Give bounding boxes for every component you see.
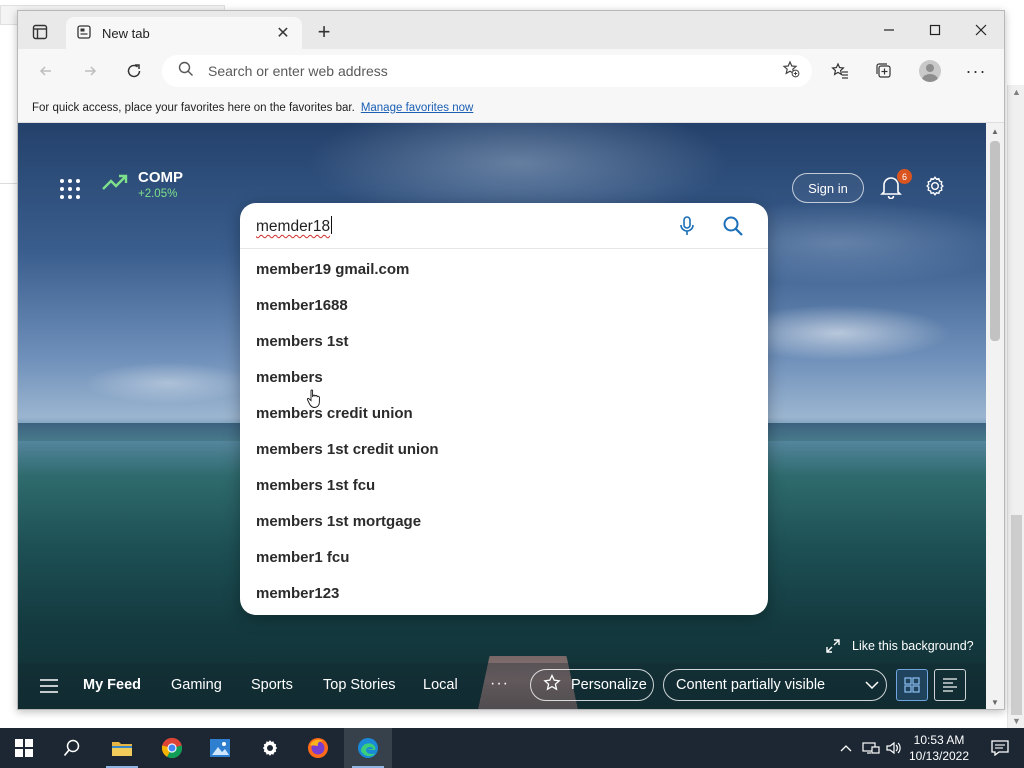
address-bar[interactable]: Search or enter web address [162,55,812,87]
apps-launcher-icon[interactable] [60,179,80,199]
tab-gaming[interactable]: Gaming [171,677,222,693]
show-hidden-icons-chevron-icon[interactable] [836,728,856,768]
file-explorer-icon[interactable] [98,728,146,768]
more-tabs-button[interactable]: ··· [490,675,509,693]
tab-title: New tab [102,25,150,41]
page-scrollbar[interactable]: ▲ ▼ [986,123,1004,709]
search-suggestions: member19 gmail.com member1688 members 1s… [240,251,768,611]
minimize-icon[interactable] [866,11,912,49]
favorites-bar-message: For quick access, place your favorites h… [32,101,355,114]
scroll-down-arrow-icon[interactable]: ▼ [1012,716,1021,726]
sign-in-button[interactable]: Sign in [792,173,864,203]
search-input[interactable]: memder18 [256,216,333,236]
favorites-bar: For quick access, place your favorites h… [18,93,1004,123]
navigation-bar: Search or enter web address ··· [18,49,1004,93]
scroll-up-arrow-icon[interactable]: ▲ [991,127,999,136]
expand-icon [826,639,840,653]
suggestion-item[interactable]: members 1st mortgage [240,503,768,539]
personalize-label: Personalize [571,677,647,693]
manage-favorites-link[interactable]: Manage favorites now [361,102,474,114]
more-options-icon[interactable]: ··· [964,59,988,83]
suggestion-item[interactable]: member123 [240,575,768,611]
new-tab-button[interactable]: + [312,21,336,45]
search-icon [178,61,194,82]
settings-gear-icon[interactable] [924,175,948,199]
scroll-up-arrow-icon[interactable]: ▲ [1012,87,1021,97]
edge-icon[interactable] [344,728,392,768]
start-icon[interactable] [0,728,48,768]
back-arrow-icon[interactable] [34,59,58,83]
stock-ticker[interactable]: COMP +2.05% [102,169,183,200]
tab-local[interactable]: Local [423,677,458,693]
search-input-value: memder18 [256,218,331,235]
clock-date: 10/13/2022 [908,749,970,763]
feed-navigation-bar: My Feed Gaming Sports Top Stories Local … [18,663,988,709]
close-tab-icon[interactable]: ✕ [274,23,292,43]
background-window-scrollbar[interactable]: ▲ ▼ [1007,85,1024,728]
window-controls [866,11,1004,49]
hand-pointer-cursor-icon [306,389,320,408]
volume-icon[interactable] [884,728,904,768]
title-bar: New tab ✕ + [18,11,1004,49]
network-icon[interactable] [860,728,882,768]
ticker-change: +2.05% [138,188,178,200]
personalize-star-icon [543,673,561,696]
new-tab-page-icon [76,24,92,43]
maximize-icon[interactable] [912,11,958,49]
windows-taskbar: 10:53 AM 10/13/2022 [0,728,1024,768]
collections-icon[interactable] [872,59,896,83]
content-visibility-value: Content partially visible [676,677,826,693]
search-box: memder18 member19 gmail.com member1688 m… [240,203,768,615]
tab-new-tab[interactable]: New tab ✕ [66,17,302,49]
firefox-icon[interactable] [294,728,342,768]
system-clock[interactable]: 10:53 AM 10/13/2022 [904,732,974,764]
chrome-icon[interactable] [148,728,196,768]
suggestion-item[interactable]: members 1st fcu [240,467,768,503]
photos-icon[interactable] [196,728,244,768]
browser-window: New tab ✕ + Search or enter web address [17,10,1005,710]
chevron-down-icon [858,681,886,689]
hamburger-menu-icon[interactable] [40,679,58,693]
search-input-row[interactable]: memder18 [240,203,768,249]
profile-avatar-icon[interactable] [918,59,942,83]
close-window-icon[interactable] [958,11,1004,49]
list-layout-icon[interactable] [934,669,966,701]
suggestion-item[interactable]: members 1st [240,323,768,359]
notifications-bell-icon[interactable]: 6 [880,169,912,200]
suggestion-item[interactable]: member19 gmail.com [240,251,768,287]
ticker-symbol: COMP [138,169,183,186]
favorites-icon[interactable] [828,59,852,83]
new-tab-page: COMP +2.05% Sign in 6 memder18 member19 … [18,123,988,709]
page-scrollbar-thumb[interactable] [990,141,1000,341]
address-placeholder: Search or enter web address [208,63,388,79]
personalize-button[interactable]: Personalize [530,669,654,701]
tab-actions-icon[interactable] [28,22,52,42]
suggestion-item[interactable]: member1688 [240,287,768,323]
like-background-link[interactable]: Like this background? [826,639,974,653]
action-center-icon[interactable] [980,728,1020,768]
scroll-down-arrow-icon[interactable]: ▼ [991,698,999,707]
microphone-icon[interactable] [676,215,698,237]
search-submit-icon[interactable] [722,215,744,237]
tab-top-stories[interactable]: Top Stories [323,677,396,693]
scrollbar-thumb[interactable] [1011,515,1022,715]
grid-layout-icon[interactable] [896,669,928,701]
content-visibility-dropdown[interactable]: Content partially visible [663,669,887,701]
text-caret [331,216,333,234]
search-icon[interactable] [48,728,96,768]
like-background-label: Like this background? [852,639,974,653]
add-favorite-icon[interactable] [782,60,800,83]
settings-icon[interactable] [246,728,294,768]
trending-up-icon [102,173,128,196]
tab-sports[interactable]: Sports [251,677,293,693]
clock-time: 10:53 AM [913,733,965,747]
suggestion-item[interactable]: member1 fcu [240,539,768,575]
forward-arrow-icon[interactable] [78,59,102,83]
tab-my-feed[interactable]: My Feed [83,677,141,693]
suggestion-item[interactable]: members 1st credit union [240,431,768,467]
refresh-icon[interactable] [122,59,146,83]
background-window-divider [0,183,17,184]
notification-badge: 6 [897,169,912,184]
